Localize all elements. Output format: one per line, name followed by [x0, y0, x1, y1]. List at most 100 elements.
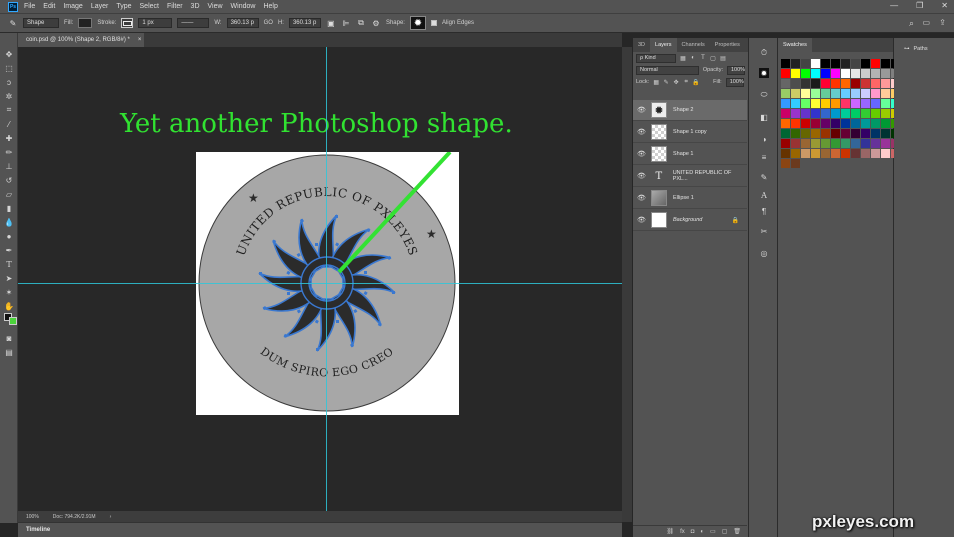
color-swatch[interactable]: [851, 129, 860, 138]
color-swatch[interactable]: [801, 109, 810, 118]
color-swatch[interactable]: [811, 139, 820, 148]
width-field[interactable]: 360.13 p: [226, 18, 259, 28]
color-swatch[interactable]: [841, 149, 850, 158]
layer-row-background[interactable]: 👁 Background 🔒: [633, 210, 747, 231]
color-swatch[interactable]: [871, 69, 880, 78]
layer-name[interactable]: Shape 2: [673, 107, 694, 113]
crop-tool-icon[interactable]: ⌗: [4, 105, 14, 115]
visibility-eye-icon[interactable]: 👁: [637, 150, 647, 158]
document-tab[interactable]: coin.psd @ 100% (Shape 2, RGB/8#) * ×: [18, 33, 144, 47]
color-swatch[interactable]: [871, 119, 880, 128]
filter-pixel-icon[interactable]: ▦: [680, 55, 686, 62]
tool-mode-select[interactable]: Shape: [23, 18, 59, 28]
visibility-eye-icon[interactable]: 👁: [637, 194, 647, 202]
canvas-area[interactable]: UNITED REPUBLIC OF PXLEYES DUM SPIRO EGO…: [18, 47, 622, 511]
color-swatch[interactable]: [831, 59, 840, 68]
color-swatch[interactable]: [881, 129, 890, 138]
history-icon[interactable]: ⏱: [759, 48, 769, 58]
layer-row-shape-2[interactable]: 👁 ✹ Shape 2: [633, 100, 747, 121]
color-swatch[interactable]: [861, 129, 870, 138]
history-brush-icon[interactable]: ↺: [4, 175, 14, 185]
color-swatch[interactable]: [861, 139, 870, 148]
color-swatch[interactable]: [881, 109, 890, 118]
stroke-swatch[interactable]: [121, 18, 134, 28]
quick-select-tool-icon[interactable]: ✲: [4, 91, 14, 101]
color-swatch[interactable]: [791, 59, 800, 68]
color-swatch[interactable]: [781, 159, 790, 168]
tab-properties[interactable]: Properties: [710, 38, 745, 52]
color-swatch[interactable]: [841, 129, 850, 138]
color-swatch[interactable]: [851, 149, 860, 158]
color-swatch[interactable]: [811, 89, 820, 98]
color-swatch[interactable]: [871, 109, 880, 118]
color-swatch[interactable]: [821, 109, 830, 118]
color-swatch[interactable]: [841, 119, 850, 128]
color-swatch[interactable]: [851, 139, 860, 148]
fill-swatch[interactable]: [78, 18, 93, 28]
color-swatch[interactable]: [831, 119, 840, 128]
color-swatch[interactable]: [791, 149, 800, 158]
shape-picker-sun-icon[interactable]: ✹: [409, 16, 426, 30]
filter-type-icon[interactable]: T: [700, 55, 706, 62]
layer-name[interactable]: Background: [673, 217, 702, 223]
color-swatch[interactable]: [821, 79, 830, 88]
fill-field[interactable]: 100%: [725, 77, 744, 87]
close-icon[interactable]: ✕: [941, 1, 948, 10]
color-swatch[interactable]: [881, 89, 890, 98]
menu-select[interactable]: Select: [140, 3, 159, 10]
menu-filter[interactable]: Filter: [167, 3, 183, 10]
color-swatch[interactable]: [831, 149, 840, 158]
color-swatch[interactable]: [841, 99, 850, 108]
color-swatch[interactable]: [781, 79, 790, 88]
workspace-icon[interactable]: ▭: [922, 18, 930, 27]
lock-brush-icon[interactable]: ✎: [663, 79, 669, 86]
color-swatch[interactable]: [871, 89, 880, 98]
path-arrangement-icon[interactable]: ⧉: [356, 18, 366, 28]
color-swatch[interactable]: [821, 119, 830, 128]
color-swatch[interactable]: [801, 59, 810, 68]
color-swatch[interactable]: [781, 99, 790, 108]
menu-view[interactable]: View: [208, 3, 223, 10]
color-swatch[interactable]: [881, 139, 890, 148]
adjustments-icon[interactable]: ◑: [759, 134, 769, 144]
menu-window[interactable]: Window: [231, 3, 256, 10]
lock-icon[interactable]: 🔒: [732, 217, 739, 224]
gear-icon[interactable]: ⚙: [371, 18, 381, 28]
color-swatch[interactable]: [811, 99, 820, 108]
color-swatch[interactable]: [801, 129, 810, 138]
opacity-field[interactable]: 100%: [727, 65, 745, 75]
lasso-tool-icon[interactable]: ↄ: [4, 77, 14, 87]
visibility-eye-icon[interactable]: 👁: [637, 106, 647, 114]
vertical-guide[interactable]: [326, 47, 327, 511]
close-tab-icon[interactable]: ×: [138, 37, 142, 43]
brushes-icon[interactable]: ✎: [759, 172, 769, 182]
paragraph-icon[interactable]: ¶: [759, 206, 769, 216]
color-swatch[interactable]: [801, 79, 810, 88]
color-swatch[interactable]: [811, 129, 820, 138]
color-swatch[interactable]: [821, 149, 830, 158]
adjustment-icon[interactable]: ◐: [700, 529, 704, 535]
menu-layer[interactable]: Layer: [91, 3, 109, 10]
color-swatch[interactable]: [781, 89, 790, 98]
eyedropper-tool-icon[interactable]: ⁄: [4, 119, 14, 129]
gradient-tool-icon[interactable]: ▮: [4, 203, 14, 213]
color-swatch[interactable]: [831, 139, 840, 148]
color-swatch[interactable]: [841, 69, 850, 78]
color-swatch[interactable]: [871, 59, 880, 68]
color-swatch[interactable]: [821, 139, 830, 148]
layer-name[interactable]: UNITED REPUBLIC OF PXL...: [673, 170, 747, 182]
color-swatch[interactable]: [881, 79, 890, 88]
move-tool-icon[interactable]: ✥: [4, 49, 14, 59]
layer-name[interactable]: Shape 1 copy: [673, 129, 707, 135]
path-operations-icon[interactable]: ▣: [326, 18, 336, 28]
color-swatch[interactable]: [841, 109, 850, 118]
lock-artboard-icon[interactable]: ⌗: [683, 79, 689, 86]
color-swatch[interactable]: [791, 69, 800, 78]
background-color-swatch[interactable]: [9, 317, 17, 325]
search-icon[interactable]: ⌕: [909, 18, 914, 29]
color-swatch[interactable]: [781, 119, 790, 128]
color-swatch[interactable]: [791, 79, 800, 88]
lock-all-icon[interactable]: 🔒: [692, 79, 699, 86]
canvas-vertical-scrollbar[interactable]: [622, 47, 632, 522]
color-swatch[interactable]: [881, 149, 890, 158]
